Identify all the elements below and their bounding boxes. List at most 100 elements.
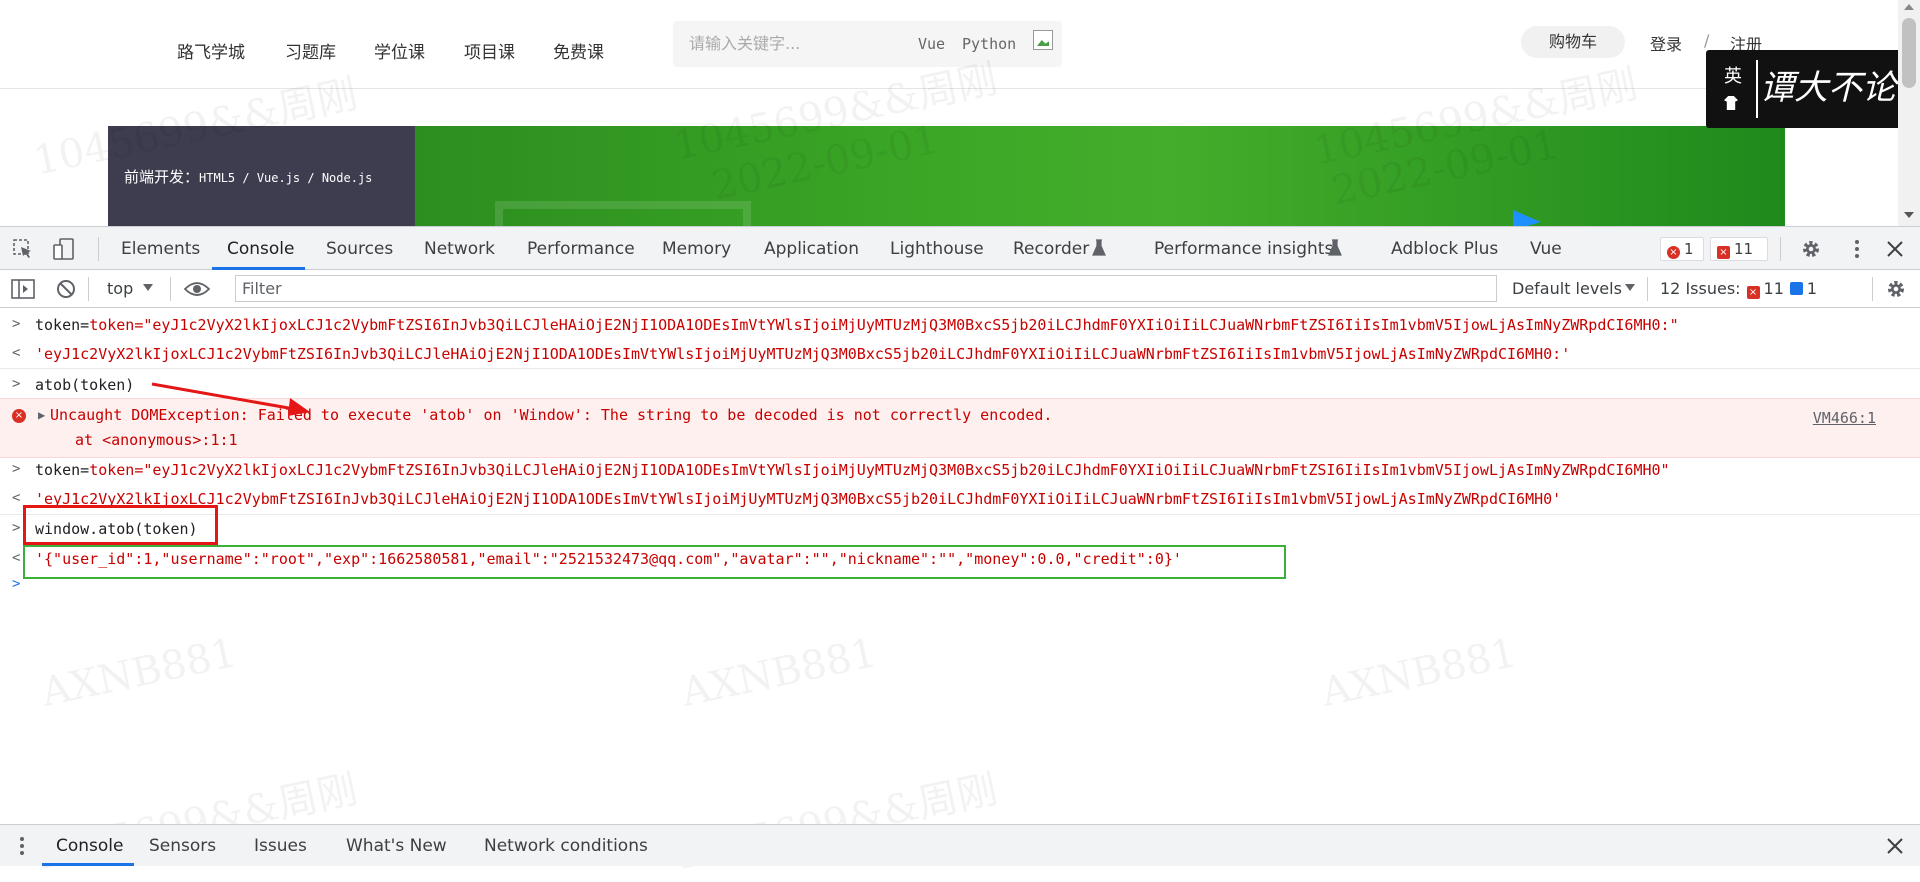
scrollbar-thumb[interactable] bbox=[1902, 18, 1916, 88]
cart-button[interactable]: 购物车 bbox=[1521, 26, 1625, 58]
badge-divider bbox=[1756, 60, 1758, 118]
issue-count-value: 11 bbox=[1734, 240, 1754, 258]
console-divider bbox=[0, 514, 1920, 515]
issues-red-count: 11 bbox=[1763, 279, 1784, 298]
tab-console[interactable]: Console bbox=[227, 239, 295, 259]
login-link[interactable]: 登录 bbox=[1650, 31, 1682, 55]
page-scrollbar[interactable] bbox=[1898, 0, 1920, 226]
banner-category-tech: HTML5 / Vue.js / Node.js bbox=[199, 171, 373, 185]
drawer-tab-whats-new[interactable]: What's New bbox=[346, 836, 447, 856]
issues-summary-button[interactable]: 12 Issues: × 11 1 bbox=[1660, 279, 1817, 299]
context-select[interactable]: top bbox=[107, 279, 133, 298]
input-chevron-icon: > bbox=[12, 376, 21, 392]
toolbar-separator bbox=[1872, 277, 1873, 301]
close-drawer-icon[interactable] bbox=[1886, 837, 1904, 855]
console-result-token-2[interactable]: 'eyJ1c2VyX2lkIjoxLCJ1c2VybmFtZSI6InJvb3Q… bbox=[35, 490, 1561, 508]
error-icon: × bbox=[12, 409, 26, 423]
tab-memory[interactable]: Memory bbox=[662, 239, 731, 259]
result-chevron-icon: < bbox=[12, 490, 21, 506]
tab-sources[interactable]: Sources bbox=[326, 239, 393, 259]
scroll-up-arrow-icon[interactable] bbox=[1904, 4, 1914, 10]
issue-square-icon: × bbox=[1746, 286, 1760, 299]
device-toolbar-icon[interactable] bbox=[52, 237, 76, 261]
badge-signature: 谭大不论. bbox=[1760, 68, 1907, 108]
error-circle-icon: × bbox=[1667, 246, 1680, 259]
filter-input[interactable] bbox=[235, 275, 1497, 302]
annotation-arrow bbox=[151, 382, 310, 416]
toolbar-separator bbox=[1647, 277, 1648, 301]
tab-adblock-plus[interactable]: Adblock Plus bbox=[1391, 239, 1498, 259]
tab-recorder[interactable]: Recorder bbox=[1013, 239, 1089, 259]
auth-separator: / bbox=[1704, 31, 1710, 50]
banner-category-label: 前端开发：HTML5 / Vue.js / Node.js bbox=[124, 166, 372, 187]
toolbar-separator bbox=[170, 277, 171, 301]
play-icon[interactable] bbox=[1513, 210, 1541, 226]
website-viewport: 路飞学城 习题库 学位课 项目课 免费课 Vue Python 购物车 登录 /… bbox=[0, 0, 1920, 226]
close-devtools-icon[interactable] bbox=[1885, 239, 1905, 259]
info-square-icon bbox=[1789, 282, 1803, 295]
input-chevron-icon: > bbox=[12, 316, 21, 332]
flask-icon bbox=[1092, 239, 1106, 256]
console-result-token-1[interactable]: 'eyJ1c2VyX2lkIjoxLCJ1c2VybmFtZSI6InJvb3Q… bbox=[35, 345, 1570, 363]
issues-label: 12 Issues: bbox=[1660, 279, 1741, 298]
devtools-drawer: Console Sensors Issues What's New Networ… bbox=[0, 824, 1920, 866]
drawer-tab-issues[interactable]: Issues bbox=[254, 836, 307, 856]
toolbar-separator bbox=[88, 277, 89, 301]
scroll-down-arrow-icon[interactable] bbox=[1904, 212, 1914, 218]
expand-triangle-icon[interactable]: ▶ bbox=[38, 408, 45, 422]
clear-console-icon[interactable] bbox=[55, 278, 77, 300]
tabbar-separator bbox=[98, 237, 99, 261]
tab-network[interactable]: Network bbox=[424, 239, 495, 259]
annotation-green-box bbox=[23, 545, 1286, 579]
inspect-element-icon[interactable] bbox=[12, 238, 34, 260]
tab-performance-insights[interactable]: Performance insights bbox=[1154, 239, 1333, 259]
console-input-token-2[interactable]: token=token="eyJ1c2VyX2lkIjoxLCJ1c2VybmF… bbox=[35, 461, 1670, 479]
error-count-badge[interactable]: × 1 bbox=[1660, 237, 1704, 261]
site-search: Vue Python bbox=[673, 21, 1062, 67]
watermark-signature-badge: 英 谭大不论. bbox=[1706, 50, 1912, 128]
nav-item-luffy[interactable]: 路飞学城 bbox=[177, 38, 245, 63]
settings-gear-icon[interactable] bbox=[1799, 237, 1823, 261]
log-levels-select[interactable]: Default levels bbox=[1512, 279, 1622, 298]
error-count-value: 1 bbox=[1684, 240, 1694, 258]
annotation-red-box bbox=[23, 505, 218, 545]
tabbar-separator bbox=[1780, 237, 1781, 261]
more-options-icon[interactable] bbox=[1846, 237, 1868, 261]
console-input-token-1[interactable]: token=token="eyJ1c2VyX2lkIjoxLCJ1c2VybmF… bbox=[35, 316, 1679, 334]
drawer-menu-icon[interactable] bbox=[14, 835, 30, 857]
tab-application[interactable]: Application bbox=[764, 239, 859, 259]
tab-vue[interactable]: Vue bbox=[1530, 239, 1562, 259]
drawer-tab-network-conditions[interactable]: Network conditions bbox=[484, 836, 648, 856]
result-chevron-icon: < bbox=[12, 345, 21, 361]
error-source-link[interactable]: VM466:1 bbox=[1813, 409, 1876, 427]
tab-lighthouse[interactable]: Lighthouse bbox=[890, 239, 984, 259]
nav-item-exercises[interactable]: 习题库 bbox=[285, 38, 336, 63]
broken-image-icon[interactable] bbox=[1033, 30, 1053, 50]
tab-elements[interactable]: Elements bbox=[121, 239, 200, 259]
nav-item-free[interactable]: 免费课 bbox=[553, 38, 604, 63]
drawer-tab-console[interactable]: Console bbox=[56, 836, 124, 856]
live-expression-eye-icon[interactable] bbox=[184, 279, 210, 299]
issue-square-icon: × bbox=[1717, 246, 1730, 259]
badge-ying-text: 英 bbox=[1724, 66, 1742, 87]
banner-carousel[interactable] bbox=[415, 126, 1785, 226]
drawer-tab-sensors[interactable]: Sensors bbox=[149, 836, 216, 856]
show-sidebar-icon[interactable] bbox=[11, 278, 35, 300]
issue-count-badge[interactable]: × 11 bbox=[1710, 237, 1768, 261]
console-settings-gear-icon[interactable] bbox=[1884, 277, 1908, 301]
banner-category-title: 前端开发： bbox=[124, 168, 200, 186]
console-divider bbox=[0, 368, 1920, 369]
nav-item-projects[interactable]: 项目课 bbox=[464, 38, 515, 63]
chevron-down-icon[interactable] bbox=[1625, 284, 1635, 291]
prompt-chevron-icon: > bbox=[12, 576, 21, 592]
site-header: 路飞学城 习题库 学位课 项目课 免费课 Vue Python 购物车 登录 /… bbox=[0, 0, 1920, 89]
input-chevron-icon: > bbox=[12, 520, 21, 536]
chevron-down-icon[interactable] bbox=[143, 284, 153, 291]
console-input-atob[interactable]: atob(token) bbox=[35, 376, 134, 394]
nav-item-degree[interactable]: 学位课 bbox=[374, 38, 425, 63]
tab-performance[interactable]: Performance bbox=[527, 239, 635, 259]
search-tag-vue[interactable]: Vue bbox=[918, 35, 945, 53]
banner-category-panel[interactable]: 前端开发：HTML5 / Vue.js / Node.js bbox=[108, 126, 415, 226]
search-tag-python[interactable]: Python bbox=[962, 35, 1016, 53]
search-input[interactable] bbox=[687, 33, 911, 54]
